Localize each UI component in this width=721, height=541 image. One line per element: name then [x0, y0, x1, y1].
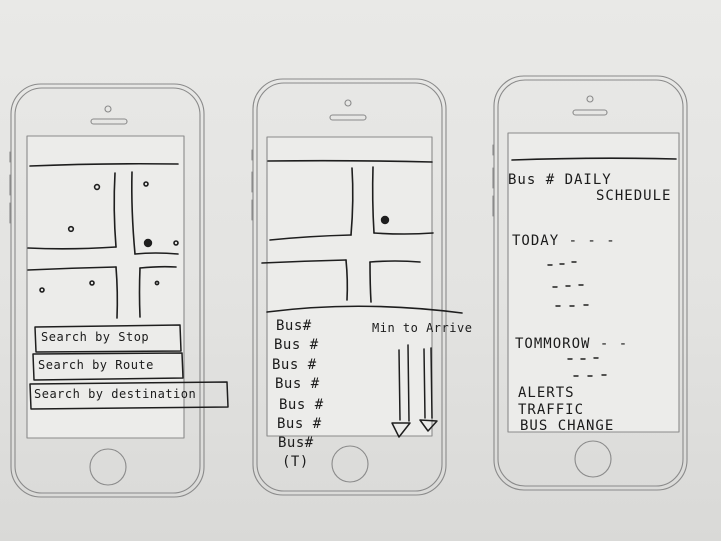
bus-list-item[interactable]: Bus #	[277, 416, 322, 432]
bus-list-item[interactable]: Bus #	[272, 357, 317, 373]
bus-list-item[interactable]: Bus #	[279, 397, 324, 413]
wireframe-sketch	[9, 75, 688, 498]
today-label[interactable]: TODAY - - -	[512, 233, 616, 249]
tomorrow-label[interactable]: TOMMOROW - -	[515, 336, 628, 352]
bus-list-item[interactable]: Bus#	[278, 435, 314, 451]
bus-list-item[interactable]: (T)	[282, 454, 309, 470]
bus-change-label: BUS CHANGE	[520, 418, 615, 434]
paper-sheet: Search by Stop Search by Route Search by…	[0, 0, 721, 541]
schedule-title-line1: Bus # DAILY	[508, 172, 612, 188]
search-by-route-button[interactable]: Search by Route	[38, 358, 154, 372]
phone-1-outline	[9, 83, 205, 498]
alerts-label[interactable]: ALERTS	[518, 385, 575, 401]
bus-list-item[interactable]: Bus#	[276, 318, 312, 334]
phone-2-outline	[251, 78, 447, 496]
bus-list-item[interactable]: Bus #	[275, 376, 320, 392]
bus-list-item[interactable]: Bus #	[274, 337, 319, 353]
traffic-label: TRAFFIC	[518, 402, 585, 418]
search-by-destination-button[interactable]: Search by destination	[34, 387, 196, 401]
schedule-title-line2: SCHEDULE	[596, 188, 672, 204]
min-to-arrive-header: Min to Arrive	[372, 321, 473, 335]
search-by-stop-button[interactable]: Search by Stop	[41, 330, 149, 344]
